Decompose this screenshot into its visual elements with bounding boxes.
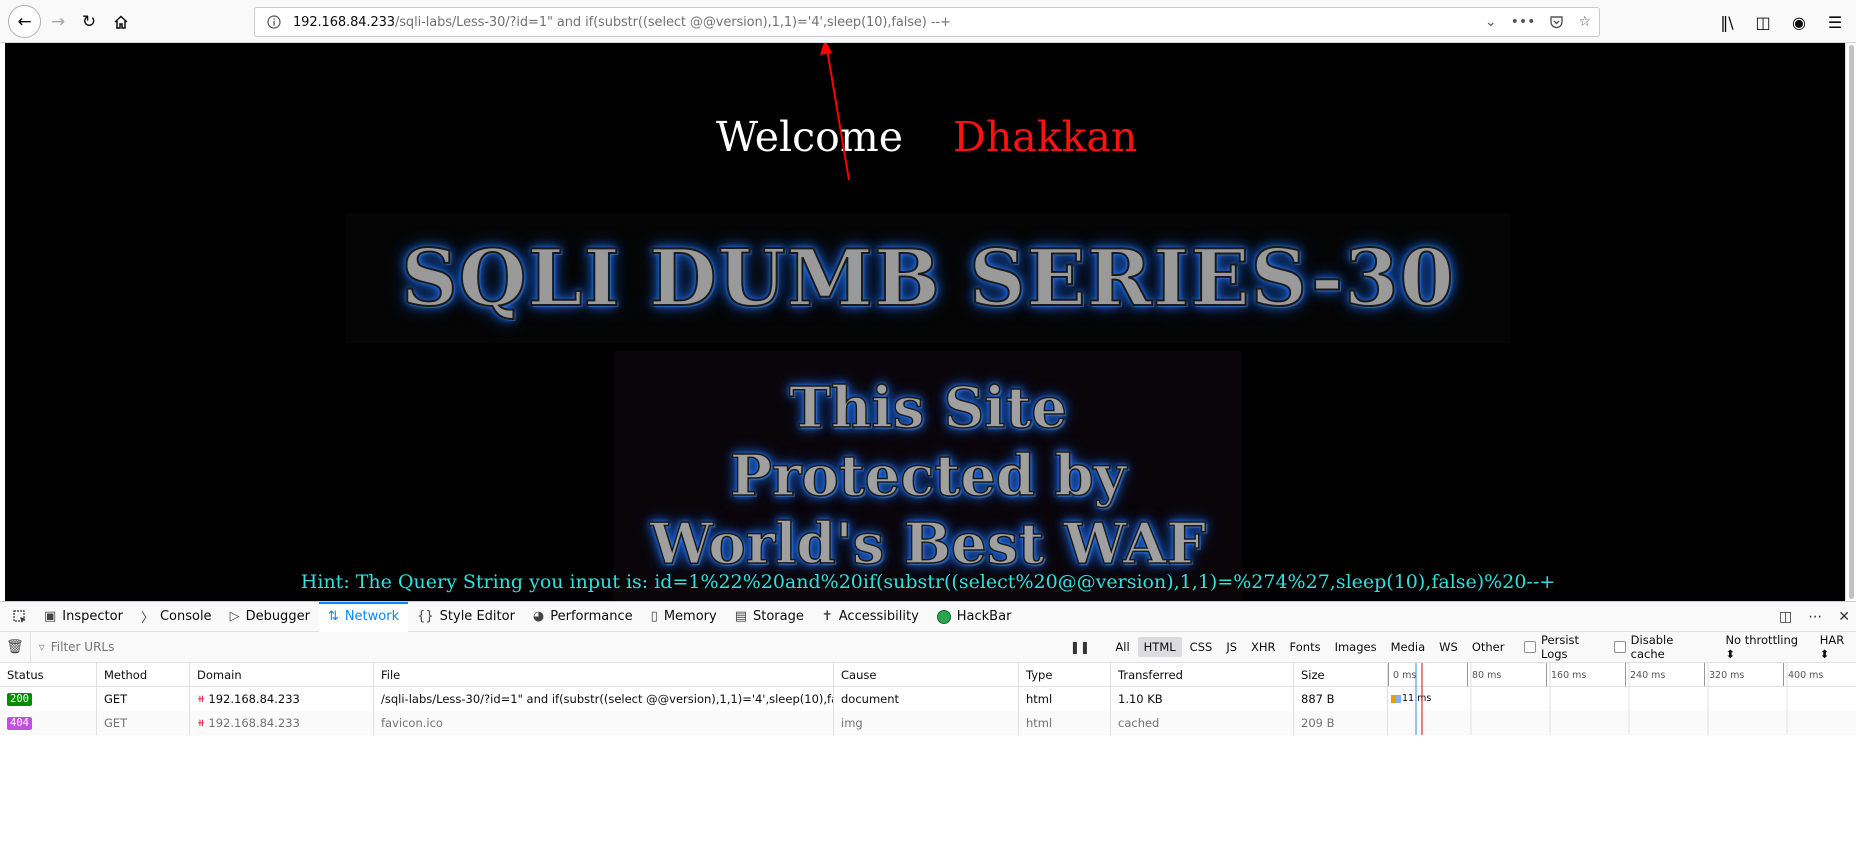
pause-recording-button[interactable]: ❚❚ — [1068, 640, 1091, 654]
forward-button[interactable]: → — [43, 7, 73, 37]
filter-ws[interactable]: WS — [1433, 637, 1464, 657]
inspector-icon: ▣ — [44, 609, 57, 624]
debugger-icon: ▷ — [229, 609, 240, 624]
account-icon[interactable]: ◉ — [1788, 13, 1810, 32]
back-arrow-icon: ← — [17, 11, 32, 32]
url-text[interactable]: 192.168.84.233/sqli-labs/Less-30/?id=1" … — [293, 15, 951, 30]
home-icon — [114, 15, 128, 29]
banner-title: SQLI DUMB SERIES-30 — [400, 232, 1455, 325]
filter-urls-input[interactable] — [50, 640, 1051, 654]
tab-debugger[interactable]: ▷ Debugger — [221, 602, 319, 632]
column-status[interactable]: Status — [0, 663, 97, 686]
filter-js[interactable]: JS — [1220, 637, 1243, 657]
filter-all[interactable]: All — [1109, 637, 1135, 657]
tab-style-editor[interactable]: {} Style Editor — [408, 602, 524, 632]
page-actions-icon[interactable]: ••• — [1511, 14, 1536, 30]
web-page: Welcome Dhakkan SQLI DUMB SERIES-30 This… — [0, 43, 1856, 601]
style-editor-icon: {} — [417, 609, 434, 624]
devtools-tabbar: ▣ Inspector 〉 Console ▷ Debugger ⇅ Network {… — [0, 601, 1856, 632]
column-size[interactable]: Size — [1294, 663, 1388, 686]
filter-fonts[interactable]: Fonts — [1284, 637, 1327, 657]
waterfall-gridlines — [1415, 663, 1788, 735]
page-scrollbar[interactable] — [1845, 43, 1856, 601]
welcome-text: Welcome — [716, 113, 903, 161]
filter-urls[interactable]: ▿ — [39, 640, 1061, 654]
dock-mode-icon[interactable]: ◫ — [1779, 609, 1792, 625]
memory-icon: ▯ — [650, 609, 658, 624]
url-path: /sqli-labs/Less-30/?id=1" and if(substr(… — [394, 14, 951, 30]
status-badge: 200 — [7, 692, 32, 706]
pocket-icon[interactable] — [1549, 15, 1564, 30]
column-method[interactable]: Method — [97, 663, 190, 686]
filter-css[interactable]: CSS — [1184, 637, 1219, 657]
waf-line: This Site — [788, 374, 1067, 442]
bookmark-star-icon[interactable]: ☆ — [1578, 14, 1591, 30]
har-menu[interactable]: HAR ⬍ — [1820, 633, 1856, 661]
network-icon: ⇅ — [327, 609, 339, 624]
persist-logs-checkbox[interactable]: Persist Logs — [1524, 633, 1606, 661]
filter-html[interactable]: HTML — [1137, 637, 1182, 657]
filter-other[interactable]: Other — [1466, 637, 1511, 657]
reload-button[interactable]: ↻ — [74, 7, 104, 37]
url-host: 192.168.84.233 — [293, 14, 395, 30]
storage-icon: ▤ — [734, 609, 747, 624]
user-name: Dhakkan — [953, 113, 1138, 161]
tab-inspector[interactable]: ▣ Inspector — [35, 602, 132, 632]
disable-cache-checkbox[interactable]: Disable cache — [1614, 633, 1707, 661]
throttling-select[interactable]: No throttling ⬍ — [1725, 633, 1807, 661]
column-file[interactable]: File — [374, 663, 834, 686]
waf-line: World's Best WAF — [649, 510, 1207, 578]
tab-console[interactable]: 〉 Console — [132, 602, 221, 632]
filter-xhr[interactable]: XHR — [1245, 637, 1282, 657]
waf-line: Protected by — [729, 442, 1127, 510]
filter-funnel-icon: ▿ — [38, 640, 45, 654]
column-domain[interactable]: Domain — [190, 663, 374, 686]
library-icon[interactable]: ‖\ — [1716, 13, 1738, 32]
forward-arrow-icon: → — [50, 12, 66, 32]
reload-icon: ↻ — [81, 12, 97, 32]
column-type[interactable]: Type — [1019, 663, 1111, 686]
close-devtools-icon[interactable]: ✕ — [1838, 609, 1850, 625]
series-banner: SQLI DUMB SERIES-30 — [346, 213, 1510, 343]
home-button[interactable] — [106, 7, 136, 37]
toolbar-right: ‖\ ◫ ◉ ☰ — [1716, 7, 1846, 37]
browser-toolbar: ← → ↻ 192.168.84.233/sqli-labs/Less-30/?… — [0, 0, 1856, 43]
tab-accessibility[interactable]: ✝ Accessibility — [813, 602, 928, 632]
network-filterbar: 🗑 ▿ ❚❚ All HTML CSS JS XHR Fonts Images … — [0, 631, 1856, 663]
devtools-menu-icon[interactable]: ⋯ — [1808, 609, 1822, 625]
site-info-icon[interactable] — [261, 8, 287, 36]
hackbar-icon — [936, 609, 951, 624]
back-button[interactable]: ← — [8, 5, 41, 38]
filter-media[interactable]: Media — [1385, 637, 1432, 657]
url-actions: ⌄ ••• ☆ — [1485, 8, 1591, 36]
address-bar[interactable]: 192.168.84.233/sqli-labs/Less-30/?id=1" … — [254, 7, 1600, 37]
tab-memory[interactable]: ▯ Memory — [642, 602, 726, 632]
query-hint: Hint: The Query String you input is: id=… — [300, 571, 1556, 593]
performance-icon: ◕ — [532, 609, 545, 624]
trash-icon: 🗑 — [5, 639, 24, 655]
element-picker-icon[interactable] — [5, 602, 35, 632]
tab-network[interactable]: ⇅ Network — [318, 601, 409, 632]
devtools-controls: ◫ ⋯ ✕ — [1779, 602, 1850, 632]
insecure-lock-icon: ⧺ — [197, 717, 206, 729]
status-badge: 404 — [7, 716, 32, 730]
tab-performance[interactable]: ◕ Performance — [524, 602, 642, 632]
devtools-panel: ▣ Inspector 〉 Console ▷ Debugger ⇅ Network {… — [0, 601, 1856, 845]
waf-image: This Site Protected by World's Best WAF — [614, 351, 1242, 601]
tab-hackbar[interactable]: HackBar — [928, 602, 1021, 632]
request-type-filters: All HTML CSS JS XHR Fonts Images Media W… — [1109, 637, 1510, 657]
filter-images[interactable]: Images — [1329, 637, 1383, 657]
console-icon: 〉 — [140, 611, 154, 626]
clear-button[interactable]: 🗑 — [0, 631, 31, 663]
column-transferred[interactable]: Transferred — [1111, 663, 1294, 686]
menu-icon[interactable]: ☰ — [1824, 13, 1846, 32]
column-cause[interactable]: Cause — [834, 663, 1019, 686]
accessibility-icon: ✝ — [821, 609, 833, 624]
pause-icon: ❚❚ — [1069, 640, 1090, 654]
chevron-down-icon[interactable]: ⌄ — [1485, 14, 1497, 30]
tab-storage[interactable]: ▤ Storage — [726, 602, 813, 632]
insecure-lock-icon: ⧺ — [197, 693, 206, 705]
sidebar-icon[interactable]: ◫ — [1752, 13, 1774, 32]
